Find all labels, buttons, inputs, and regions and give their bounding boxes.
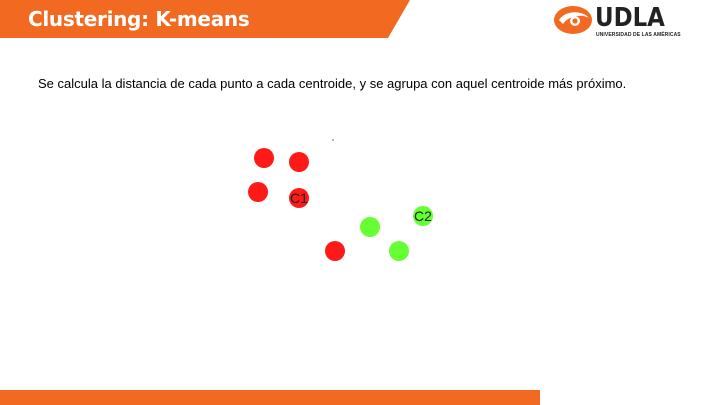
body-text: Se calcula la distancia de cada punto a …	[38, 76, 627, 91]
red-point	[248, 182, 268, 202]
green-point	[360, 217, 380, 237]
udla-swoosh-icon	[554, 6, 592, 34]
red-point	[325, 241, 345, 261]
red-point	[289, 152, 309, 172]
logo-wordmark: UDLA	[595, 3, 665, 33]
slide-title: Clustering: K-means	[28, 7, 250, 31]
centroid-1-label: C1	[290, 190, 308, 206]
footer-bar	[0, 390, 540, 405]
udla-logo: UDLA UNIVERSIDAD DE LAS AMÉRICAS	[553, 2, 681, 40]
logo-subtitle: UNIVERSIDAD DE LAS AMÉRICAS	[596, 32, 681, 38]
green-point	[389, 241, 409, 261]
tiny-dot	[332, 139, 334, 141]
centroid-2-label: C2	[414, 208, 432, 224]
cluster-figure: C1 C2	[248, 139, 433, 261]
red-point	[254, 148, 274, 168]
